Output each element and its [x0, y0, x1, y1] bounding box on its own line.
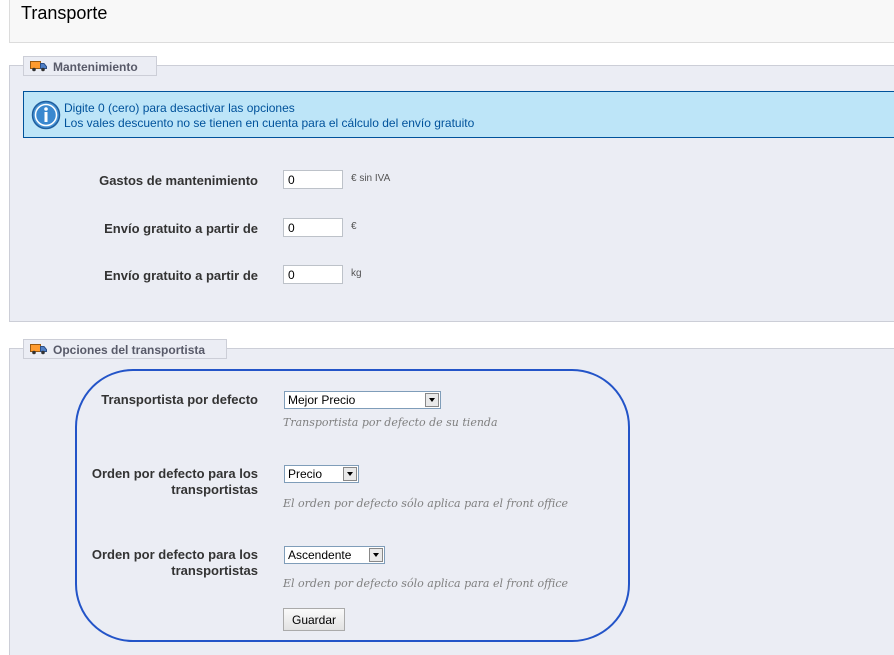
info-text-line2: Los vales descuento no se tienen en cuen… [64, 116, 475, 130]
maintenance-legend-label: Mantenimiento [53, 60, 138, 74]
sort-by-label-line1: Orden por defecto para los [91, 466, 258, 481]
sort-way-selected: Ascendente [288, 548, 352, 562]
default-carrier-hint: Transportista por defecto de su tienda [283, 416, 498, 429]
sort-by-selected: Precio [288, 467, 323, 481]
save-button[interactable]: Guardar [283, 608, 345, 631]
page-header: Transporte [9, 0, 894, 43]
handling-fee-unit: € sin IVA [351, 173, 391, 184]
free-shipping-price-input[interactable] [283, 218, 343, 237]
maintenance-legend: Mantenimiento [23, 56, 157, 76]
truck-icon [30, 341, 47, 361]
chevron-down-icon[interactable] [369, 548, 383, 562]
page-title: Transporte [21, 3, 108, 23]
sort-way-label-line1: Orden por defecto para los [91, 547, 258, 562]
sort-way-label: Orden por defecto para los transportista… [60, 547, 258, 579]
free-shipping-weight-unit: kg [351, 268, 362, 279]
info-text-line1: Digite 0 (cero) para desactivar las opci… [64, 101, 295, 115]
handling-fee-input[interactable] [283, 170, 343, 189]
info-icon [31, 100, 61, 133]
chevron-down-icon[interactable] [343, 467, 357, 481]
sort-by-label-line2: transportistas [171, 482, 258, 497]
carrier-legend: Opciones del transportista [23, 339, 227, 359]
default-carrier-selected: Mejor Precio [288, 393, 356, 407]
sort-way-label-line2: transportistas [171, 563, 258, 578]
carrier-legend-label: Opciones del transportista [53, 343, 206, 357]
field-label-free-weight: Envío gratuito a partir de [104, 268, 258, 283]
field-label-handling: Gastos de mantenimiento [99, 173, 258, 188]
info-box: Digite 0 (cero) para desactivar las opci… [23, 91, 894, 138]
sort-way-select[interactable]: Ascendente [284, 546, 385, 564]
sort-by-select[interactable]: Precio [284, 465, 359, 483]
truck-icon [30, 58, 47, 78]
chevron-down-icon[interactable] [425, 393, 439, 407]
sort-way-hint: El orden por defecto sólo aplica para el… [283, 577, 569, 590]
sort-by-hint: El orden por defecto sólo aplica para el… [283, 497, 569, 510]
field-label-free-price: Envío gratuito a partir de [104, 221, 258, 236]
free-shipping-price-unit: € [351, 221, 357, 232]
free-shipping-weight-input[interactable] [283, 265, 343, 284]
sort-by-label: Orden por defecto para los transportista… [60, 466, 258, 498]
default-carrier-label: Transportista por defecto [101, 392, 258, 407]
default-carrier-select[interactable]: Mejor Precio [284, 391, 441, 409]
